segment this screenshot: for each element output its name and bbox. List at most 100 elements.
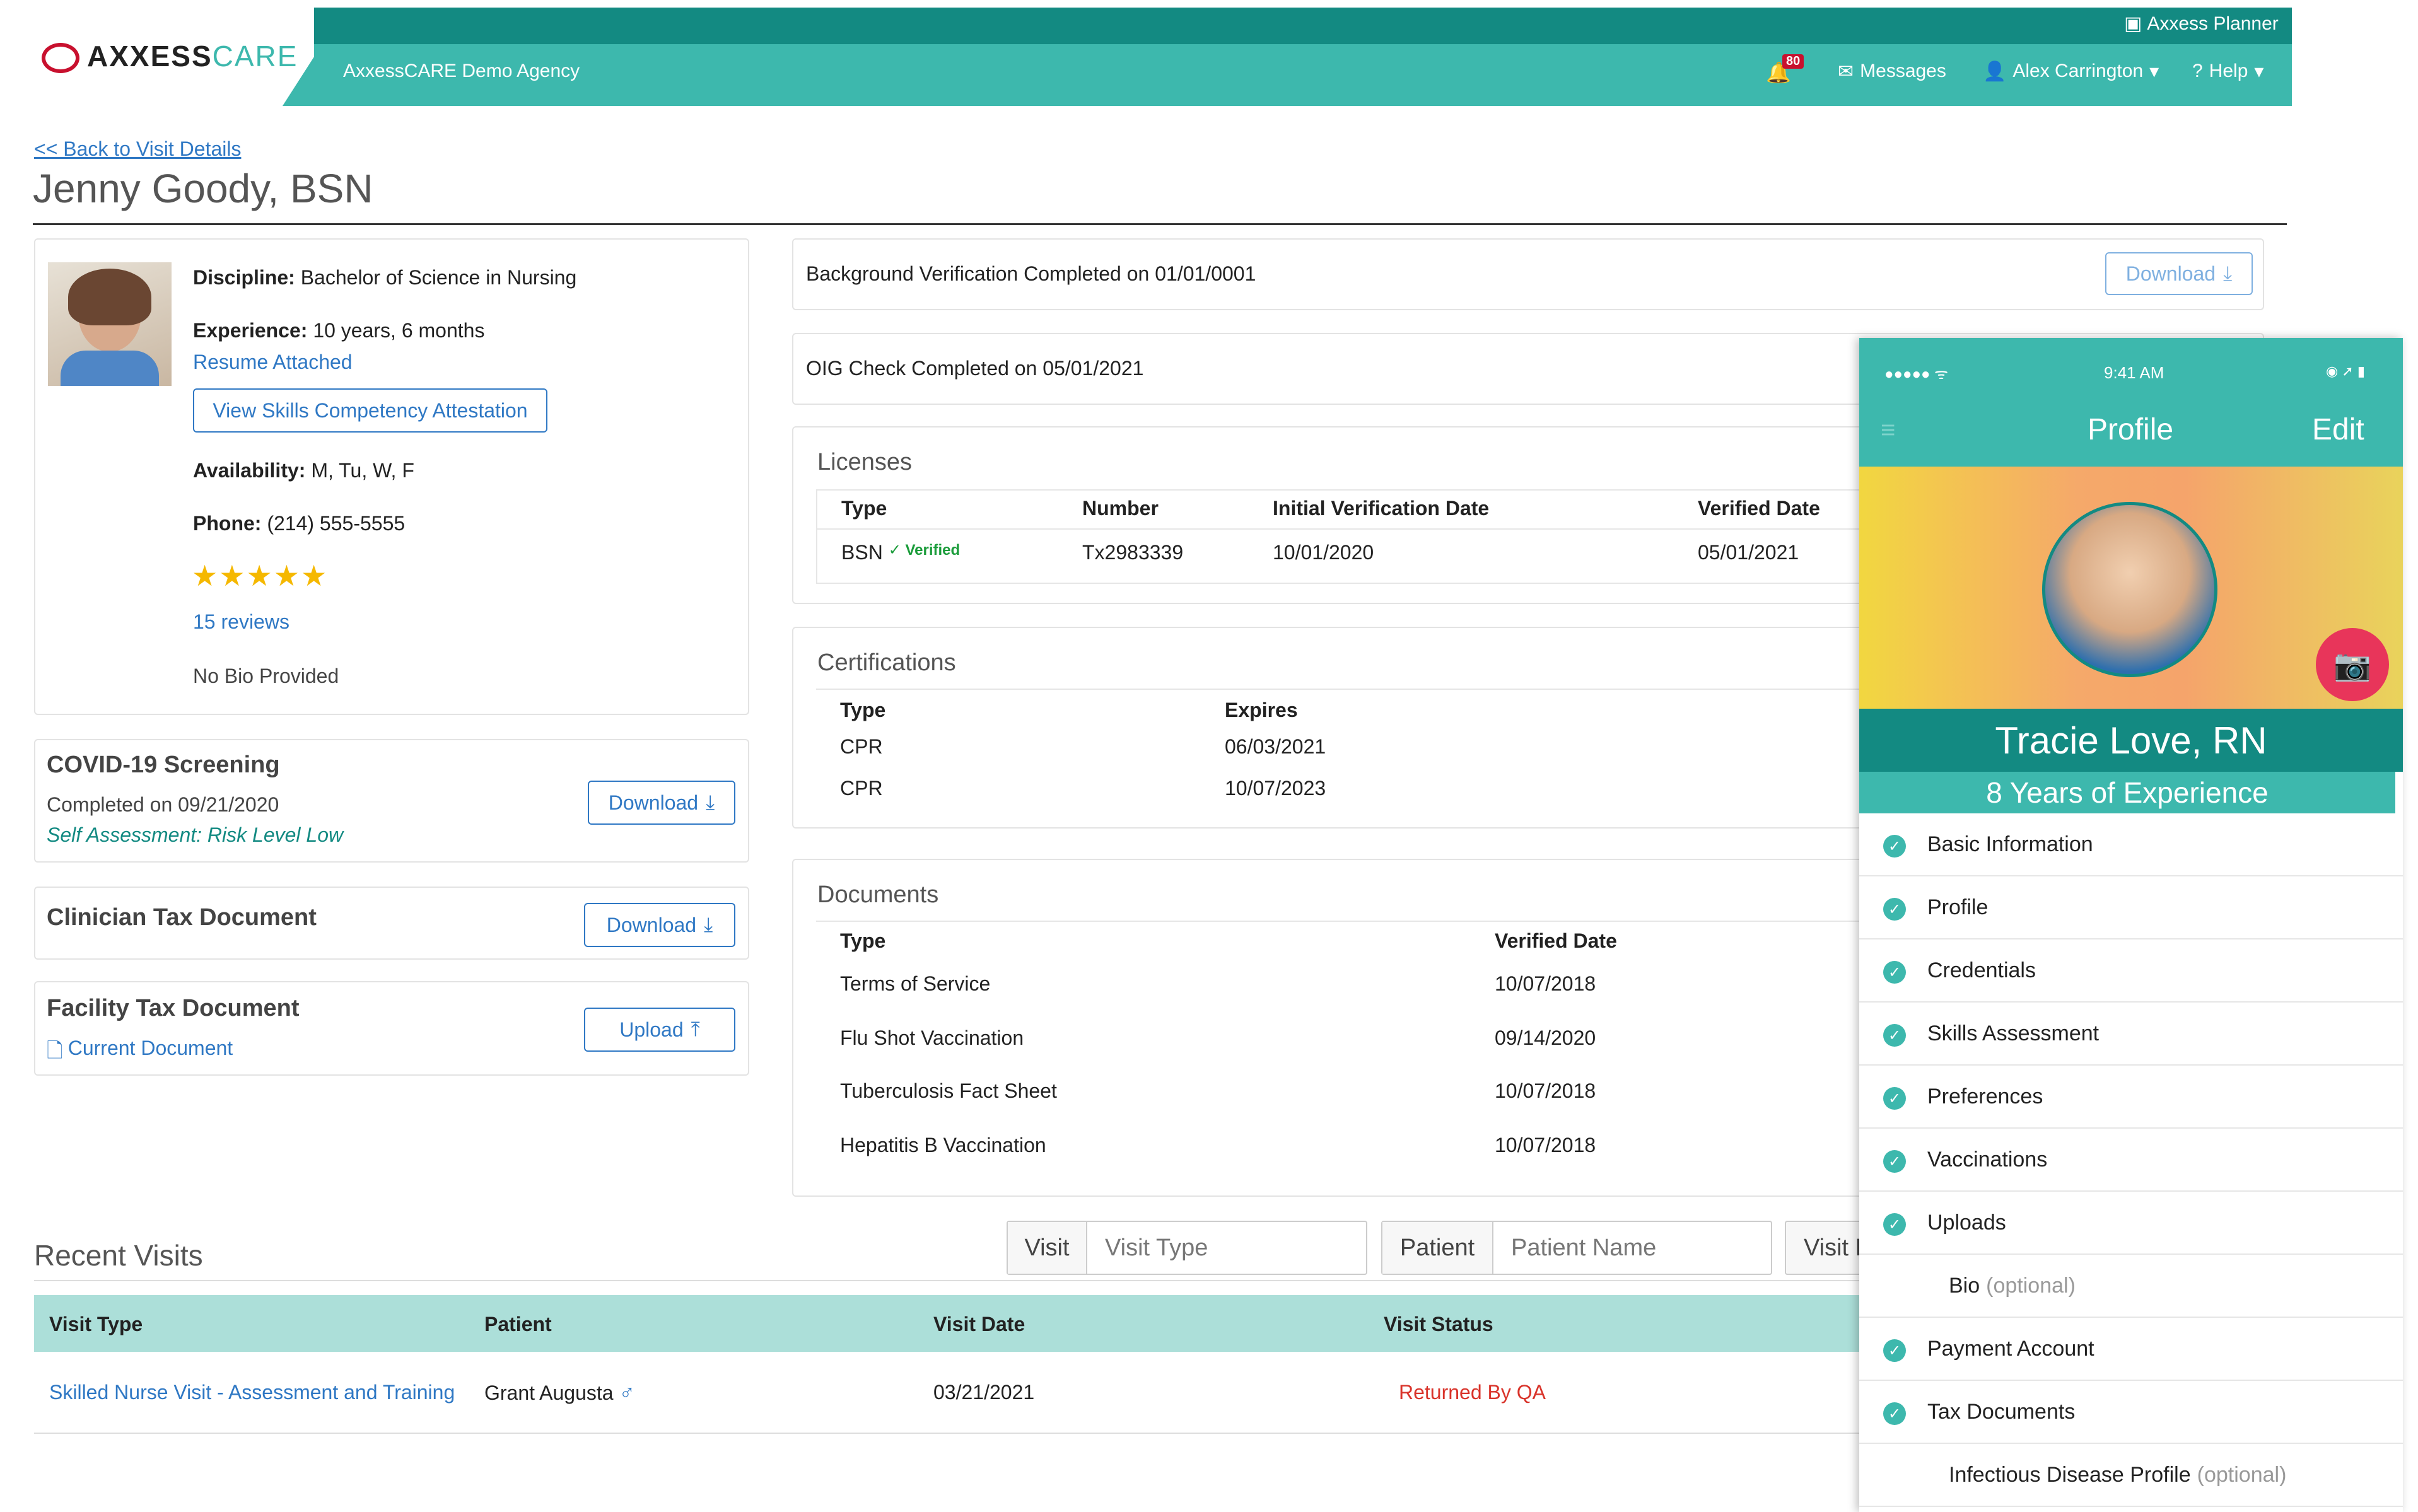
clinician-tax-download-button[interactable]: Download ⤓ (584, 903, 735, 947)
download-icon: ⤓ (2223, 262, 2233, 284)
mobile-menu-item-text: Skills Assessment (1927, 1021, 2100, 1045)
patient-name-input[interactable]: Patient Name (1493, 1222, 1656, 1274)
table-row[interactable]: Skilled Nurse Visit - Assessment and Tra… (34, 1353, 1901, 1434)
app-header: AXXESSCARE AxxessCARE Demo Agency ▣ Axxes… (11, 8, 2292, 106)
background-download-label: Download (2125, 262, 2216, 285)
phone-value: (214) 555-5555 (267, 512, 406, 535)
mobile-menu-item-text: Tax Documents (1927, 1400, 2076, 1424)
mobile-time: 9:41 AM (2104, 363, 2164, 382)
edit-button[interactable]: Edit (2312, 412, 2364, 447)
table-row: BSN ✓ Verified (841, 541, 960, 564)
caret-down-icon: ▾ (2149, 61, 2159, 82)
battery-icon: ◉ ➚ ▮ (2326, 363, 2365, 379)
logo-mark-icon (42, 43, 79, 73)
license-initial-date: 10/01/2020 (1273, 541, 1374, 564)
facility-tax-upload-button[interactable]: Upload ⤒ (584, 1008, 735, 1052)
download-icon: ⤓ (704, 913, 713, 936)
facility-tax-upload-label: Upload (619, 1018, 684, 1041)
current-document-link[interactable]: 🗋 Current Document (47, 1037, 233, 1071)
axxess-planner-link[interactable]: ▣ Axxess Planner (2124, 13, 2279, 35)
mobile-menu-item-text: Infectious Disease Profile (1949, 1463, 2191, 1487)
mobile-menu-item-label: Payment Account (1927, 1337, 2094, 1361)
star-icon: ★ (219, 559, 247, 592)
mobile-menu-item-label: Vaccinations (1927, 1148, 2047, 1172)
file-icon: 🗋 (47, 1039, 63, 1062)
mobile-header: ●●●●● ᯤ 9:41 AM ◉ ➚ ▮ ≡ Profile Edit (1859, 338, 2403, 467)
check-circle-icon: ✓ (1883, 898, 1906, 921)
mobile-menu-item-label: Profile (1927, 895, 1988, 920)
logo[interactable]: AXXESSCARE (11, 8, 314, 106)
mobile-menu-item[interactable]: ✓ Uploads (1859, 1192, 2403, 1255)
resume-attached-link[interactable]: Resume Attached (193, 351, 353, 374)
mobile-menu-item[interactable]: Infectious Disease Profile (optional) (1859, 1444, 2403, 1507)
document-type: Flu Shot Vaccination (840, 1026, 1024, 1049)
patient-filter[interactable]: Patient Patient Name (1381, 1221, 1772, 1275)
mobile-menu-item-label: Preferences (1927, 1085, 2043, 1109)
mobile-menu-item[interactable]: ✓ Tax Documents (1859, 1381, 2403, 1444)
mobile-menu-item[interactable]: ✓ Credentials (1859, 939, 2403, 1003)
availability-value: M, Tu, W, F (311, 459, 414, 482)
user-icon: 👤 (1983, 61, 2007, 82)
visit-date-filter[interactable]: Visit D (1785, 1221, 1867, 1275)
back-to-visit-details-link[interactable]: << Back to Visit Details (34, 137, 241, 161)
experience-row: Experience: 10 years, 6 months (193, 319, 484, 342)
visit-type-link[interactable]: Skilled Nurse Visit - Assessment and Tra… (49, 1381, 455, 1404)
visits-header-date: Visit Date (933, 1313, 1025, 1335)
documents-header-type: Type (840, 929, 886, 952)
covid-download-button[interactable]: Download ⤓ (588, 781, 735, 825)
view-skills-competency-button[interactable]: View Skills Competency Attestation (193, 388, 547, 433)
background-verification-card: Background Verification Completed on 01/… (792, 238, 2264, 310)
star-icon: ★ (246, 559, 274, 592)
mobile-menu-item[interactable]: ✓ Payment Account (1859, 1318, 2403, 1381)
agency-name: AxxessCARE Demo Agency (343, 61, 580, 81)
notifications-bell-icon[interactable]: 🔔 80 (1766, 54, 1804, 84)
check-circle-icon: ✓ (1883, 1213, 1906, 1236)
check-circle-icon: ✓ (1883, 835, 1906, 858)
cert-type: CPR (840, 735, 883, 758)
visits-table-header: Visit Type Patient Visit Date Visit Stat… (34, 1295, 1901, 1352)
visit-filter-label: Visit (1008, 1222, 1087, 1274)
certifications-header-expires: Expires (1225, 699, 1298, 721)
question-circle-icon: ? (2192, 61, 2203, 81)
mobile-menu-item-text: Uploads (1927, 1211, 2006, 1235)
background-download-button[interactable]: Download ⤓ (2105, 252, 2253, 295)
star-icon: ★ (192, 559, 219, 592)
visits-header-status: Visit Status (1384, 1313, 1493, 1335)
license-number: Tx2983339 (1082, 541, 1184, 564)
availability-label: Availability: (193, 459, 306, 482)
messages-label: Messages (1860, 61, 1946, 81)
optional-tag: (optional) (1986, 1274, 2076, 1298)
mobile-menu-item[interactable]: ✓ Profile (1859, 876, 2403, 939)
mobile-menu-item[interactable]: ✓ Basic Information (1859, 813, 2403, 876)
verified-label: Verified (905, 542, 961, 559)
check-circle-icon: ✓ (1883, 1024, 1906, 1047)
visit-status: Returned By QA (1399, 1381, 1546, 1404)
clinician-tax-download-label: Download (606, 913, 697, 936)
verified-badge: ✓ Verified (888, 542, 961, 559)
discipline-row: Discipline: Bachelor of Science in Nursi… (193, 266, 576, 289)
logo-text-main: AXXESS (87, 40, 213, 73)
document-date: 10/07/2018 (1495, 972, 1596, 995)
profile-card: Discipline: Bachelor of Science in Nursi… (34, 238, 749, 715)
camera-icon[interactable]: 📷 (2316, 628, 2389, 701)
mobile-menu-item[interactable]: ✓ Preferences (1859, 1066, 2403, 1129)
mobile-menu-item[interactable]: Bio (optional) (1859, 1255, 2403, 1318)
facility-tax-title: Facility Tax Document (47, 995, 300, 1021)
help-menu[interactable]: ? Help ▾ (2192, 61, 2263, 83)
patient-filter-label: Patient (1382, 1222, 1493, 1274)
mobile-menu-item[interactable]: ✓ Skills Assessment (1859, 1003, 2403, 1066)
mobile-menu-item[interactable]: ✓ Vaccinations (1859, 1129, 2403, 1192)
visit-patient-name: Grant Augusta (484, 1381, 614, 1404)
visit-type-input[interactable]: Visit Type (1087, 1222, 1208, 1274)
check-circle-icon: ✓ (1883, 1339, 1906, 1362)
hamburger-menu-icon[interactable]: ≡ (1881, 416, 1895, 445)
reviews-link[interactable]: 15 reviews (193, 610, 289, 634)
user-menu[interactable]: 👤 Alex Carrington ▾ (1983, 61, 2159, 83)
covid-title: COVID-19 Screening (47, 752, 280, 778)
phone-label: Phone: (193, 512, 262, 535)
messages-link[interactable]: ✉ Messages (1838, 61, 1946, 83)
visit-type-filter[interactable]: Visit Visit Type (1007, 1221, 1367, 1275)
help-label: Help (2209, 61, 2248, 81)
check-circle-icon: ✓ (1883, 1402, 1906, 1425)
mobile-profile-screen: ●●●●● ᯤ 9:41 AM ◉ ➚ ▮ ≡ Profile Edit 📷 T… (1859, 338, 2403, 1512)
